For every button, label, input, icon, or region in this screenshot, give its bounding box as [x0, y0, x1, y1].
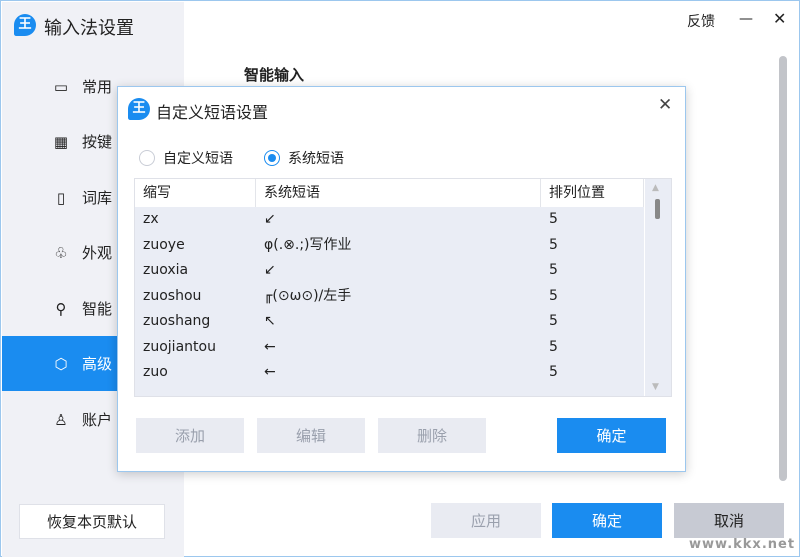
- minimize-button[interactable]: —: [739, 11, 753, 27]
- table-row[interactable]: zx ↙ 5: [135, 207, 671, 233]
- hexagon-icon: ⬡: [54, 354, 68, 373]
- nav-label: 账户: [82, 411, 113, 429]
- radio-circle-checked: [264, 150, 280, 166]
- cell-phrase: ←: [264, 364, 276, 380]
- col-phrase[interactable]: 系统短语: [256, 179, 541, 207]
- search-icon: ⚲: [55, 299, 67, 318]
- dialog-close-button[interactable]: ✕: [658, 95, 672, 115]
- book-icon: ▯: [56, 188, 66, 207]
- nav-label: 按键: [82, 133, 113, 151]
- cell-abbrev: zuoye: [143, 236, 185, 253]
- shirt-icon: ♧: [54, 243, 68, 262]
- cell-abbrev: zuoshang: [143, 313, 211, 329]
- nav-label: 高级: [82, 355, 113, 373]
- cell-position: 5: [549, 338, 558, 355]
- table-row[interactable]: zuoshou ╓(⊙ω⊙)/左手 5: [135, 284, 671, 310]
- nav-label: 词库: [82, 189, 113, 207]
- cell-abbrev: zuojiantou: [143, 338, 216, 355]
- cell-position: 5: [549, 287, 558, 304]
- table-row[interactable]: zuoye φ(.⊗.;)写作业 5: [135, 233, 671, 259]
- ok-button[interactable]: 确定: [552, 503, 662, 538]
- cell-phrase: ╓(⊙ω⊙)/左手: [264, 287, 352, 304]
- feedback-link[interactable]: 反馈: [687, 11, 715, 31]
- table-row[interactable]: zuojiantou ← 5: [135, 335, 671, 361]
- cell-position: 5: [549, 364, 558, 380]
- nav-label: 外观: [82, 244, 113, 262]
- table-header: 缩写 系统短语 排列位置: [135, 179, 671, 207]
- cell-position: 5: [549, 262, 558, 278]
- table-row[interactable]: zuoshang ↖ 5: [135, 309, 671, 335]
- scroll-down-icon[interactable]: ▼: [652, 382, 659, 392]
- cell-abbrev: zx: [143, 211, 159, 227]
- col-abbrev[interactable]: 缩写: [135, 179, 256, 207]
- user-icon: ♙: [54, 410, 68, 429]
- close-button[interactable]: ✕: [773, 9, 786, 28]
- cell-position: 5: [549, 313, 558, 329]
- col-position[interactable]: 排列位置: [541, 179, 644, 207]
- delete-button[interactable]: 删除: [378, 418, 486, 453]
- cell-abbrev: zuo: [143, 364, 168, 380]
- keyboard-icon: ▦: [53, 132, 69, 151]
- cell-abbrev: zuoshou: [143, 287, 202, 304]
- nav-label: 常用: [82, 78, 113, 96]
- radio-circle: [139, 150, 155, 166]
- radio-label: 自定义短语: [163, 151, 233, 167]
- monitor-icon: ▭: [53, 77, 69, 96]
- table-row[interactable]: zuoxia ↙ 5: [135, 258, 671, 284]
- dialog-ok-button[interactable]: 确定: [557, 418, 666, 453]
- scroll-up-icon[interactable]: ▲: [652, 183, 659, 193]
- radio-custom-phrase[interactable]: 自定义短语: [139, 148, 233, 168]
- phrase-table: 缩写 系统短语 排列位置 zx ↙ 5 zuoye φ(.⊗.;)写作业 5 zuoxia ↙…: [134, 178, 672, 397]
- radio-label: 系统短语: [288, 151, 344, 167]
- cell-position: 5: [549, 236, 558, 253]
- edit-button[interactable]: 编辑: [257, 418, 365, 453]
- cell-phrase: ↙: [264, 211, 276, 227]
- custom-phrase-dialog: 王 自定义短语设置 ✕ 自定义短语 系统短语 缩写 系统短语 排列位置 zx ↙ 5…: [117, 86, 686, 472]
- table-row[interactable]: zuo ← 5: [135, 360, 671, 386]
- section-title: 智能输入: [244, 66, 305, 84]
- watermark: www.kkx.net: [689, 537, 796, 552]
- app-title: 输入法设置: [44, 18, 134, 39]
- main-scrollbar[interactable]: [779, 56, 787, 481]
- cell-position: 5: [549, 211, 558, 227]
- settings-window: 王 输入法设置 ▭ 常用 ▦ 按键 ▯ 词库 ♧ 外观 ⚲ 智能 ⬡ 高级 ♙ 账户 恢复本页…: [0, 0, 800, 557]
- cancel-button[interactable]: 取消: [674, 503, 784, 538]
- restore-defaults-button[interactable]: 恢复本页默认: [19, 504, 165, 539]
- cell-phrase: ↙: [264, 262, 276, 278]
- apply-button[interactable]: 应用: [431, 503, 541, 538]
- cell-phrase: ↖: [264, 313, 276, 329]
- dialog-title: 自定义短语设置: [156, 103, 269, 122]
- nav-label: 智能: [82, 300, 113, 318]
- dialog-logo-icon: 王: [128, 98, 150, 120]
- cell-phrase: φ(.⊗.;)写作业: [264, 236, 352, 253]
- cell-phrase: ←: [264, 338, 276, 355]
- app-logo-icon: 王: [14, 14, 36, 36]
- table-scrollbar[interactable]: ▲ ▼: [644, 179, 671, 396]
- cell-abbrev: zuoxia: [143, 262, 189, 278]
- scroll-thumb[interactable]: [655, 199, 660, 219]
- radio-system-phrase[interactable]: 系统短语: [264, 148, 344, 168]
- add-button[interactable]: 添加: [136, 418, 244, 453]
